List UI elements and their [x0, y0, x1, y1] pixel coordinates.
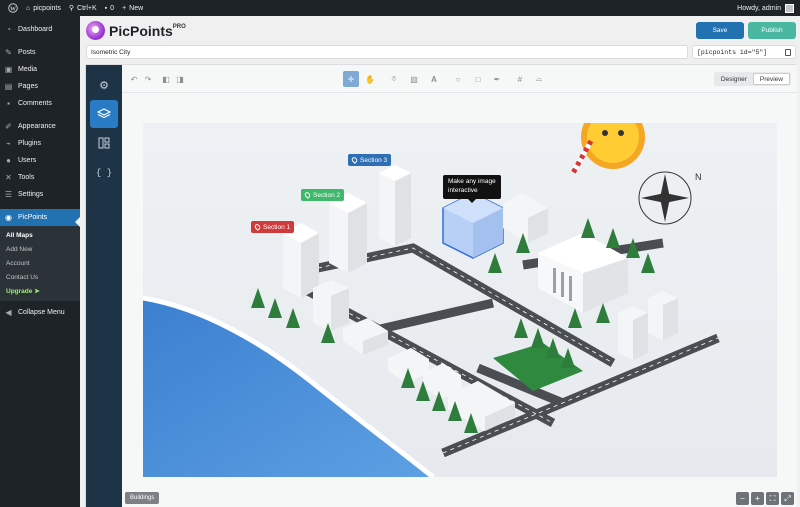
preview-mode-button[interactable]: Preview — [752, 73, 790, 85]
hotspot-tooltip: Make any image interactive — [443, 175, 501, 202]
wrench-icon: ✕ — [5, 173, 12, 182]
collapse-menu-button[interactable]: ◀ Collapse Menu — [0, 304, 80, 321]
redo-icon[interactable]: ↷ — [140, 71, 156, 87]
admin-bar: W ⌂ picpoints ⚲ Ctrl+K ▪ 0 + New Howdy, … — [0, 0, 800, 16]
submenu-add-new[interactable]: Add New — [0, 242, 80, 256]
comments-link[interactable]: ▪ 0 — [105, 0, 114, 16]
zoom-in-icon[interactable]: + — [751, 492, 764, 505]
pages-icon: ▤ — [4, 82, 13, 91]
sidebar-item-dashboard[interactable]: ◔ Dashboard — [0, 21, 80, 38]
layer-label[interactable]: Buildings — [125, 492, 160, 504]
home-icon: ⌂ — [26, 4, 31, 12]
image-icon[interactable]: ▨ — [406, 71, 422, 87]
avatar — [785, 3, 794, 13]
admin-sidebar: ◔ Dashboard ✎ Posts ▣ Media ▤ Pages ▪ Comment… — [0, 16, 80, 507]
sidebar-item-users[interactable]: ● Users — [0, 152, 80, 169]
map-pin-icon — [253, 223, 262, 231]
panel-right-icon[interactable]: ◨ — [172, 71, 188, 87]
plug-icon: ⌁ — [6, 139, 11, 148]
users-icon: ● — [6, 156, 11, 165]
account-menu[interactable]: Howdy, admin — [737, 0, 794, 16]
sidebar-item-tools[interactable]: ✕ Tools — [0, 169, 80, 186]
search-icon: ⚲ — [68, 5, 75, 12]
marker-section-2[interactable]: Section 2 — [301, 189, 345, 201]
arrow-right-icon: ➤ — [34, 288, 40, 295]
sidebar-item-media[interactable]: ▣ Media — [0, 61, 80, 78]
pin-icon: ✎ — [5, 48, 12, 57]
submenu-upgrade[interactable]: Upgrade ➤ — [0, 284, 80, 298]
code-braces-icon[interactable]: { } — [90, 159, 118, 187]
save-button[interactable]: Save — [696, 22, 744, 39]
map-title-input[interactable]: Isometric City — [86, 45, 688, 59]
new-content-link[interactable]: + New — [122, 0, 143, 16]
marker-pin-icon[interactable]: ⌾ — [386, 71, 402, 87]
marker-section-1[interactable]: Section 1 — [251, 221, 295, 233]
wordpress-logo-icon[interactable]: W — [8, 0, 18, 16]
map-pin-icon — [350, 156, 359, 164]
zoom-out-icon[interactable]: − — [736, 492, 749, 505]
rectangle-shape-icon[interactable]: □ — [470, 71, 486, 87]
map-editor: ⚙ { } ↶ ↷ ◧ ◨ ✛ ✋ ⌾ ▨ A ○ □ ✒ # ⌓ Design… — [85, 64, 797, 507]
layers-icon[interactable] — [90, 100, 118, 128]
settings-gear-icon[interactable]: ⚙ — [90, 71, 118, 99]
settings-icon: ☰ — [4, 190, 13, 199]
hotspot-icon[interactable]: ⌓ — [531, 71, 547, 87]
map-pin-icon — [303, 191, 312, 199]
sidebar-item-picpoints[interactable]: ◉ PicPoints — [0, 209, 80, 226]
publish-button[interactable]: Publish — [748, 22, 796, 39]
location-icon: ◉ — [5, 213, 12, 222]
fullscreen-icon[interactable]: ⤢ — [781, 492, 794, 505]
text-tool-icon[interactable]: A — [426, 71, 442, 87]
brush-icon: ✐ — [5, 122, 12, 131]
submenu-account[interactable]: Account — [0, 256, 80, 270]
sidebar-item-pages[interactable]: ▤ Pages — [0, 78, 80, 95]
shortcode-field[interactable]: [picpoints id="5"] — [692, 45, 796, 59]
dashboard-icon: ◔ — [6, 25, 11, 34]
site-name-link[interactable]: ⌂ picpoints — [26, 0, 61, 16]
media-icon: ▣ — [4, 65, 13, 74]
editor-toolbar: ↶ ↷ ◧ ◨ ✛ ✋ ⌾ ▨ A ○ □ ✒ # ⌓ Designer Pre… — [122, 65, 797, 93]
picpoints-logo: PicPoints PRO — [86, 21, 186, 40]
pro-badge: PRO — [172, 23, 186, 30]
collapse-icon: ◀ — [5, 308, 12, 317]
select-pointer-icon[interactable]: ✛ — [343, 71, 359, 87]
zoom-controls: − + ⛶ ⤢ — [736, 492, 794, 505]
designer-mode-button[interactable]: Designer — [715, 73, 753, 85]
mode-toggle: Designer Preview — [713, 72, 791, 86]
sidebar-item-appearance[interactable]: ✐ Appearance — [0, 118, 80, 135]
circle-shape-icon[interactable]: ○ — [450, 71, 466, 87]
copy-icon[interactable] — [785, 49, 791, 56]
panels-icon[interactable] — [90, 129, 118, 157]
marker-section-3[interactable]: Section 3 — [348, 154, 392, 166]
pen-icon[interactable]: ✒ — [489, 71, 505, 87]
submenu-contact-us[interactable]: Contact Us — [0, 270, 80, 284]
active-menu-arrow — [75, 217, 80, 227]
picpoints-submenu: All Maps Add New Account Contact Us Upgr… — [0, 226, 80, 301]
fit-screen-icon[interactable]: ⛶ — [766, 492, 779, 505]
svg-text:N: N — [695, 172, 702, 182]
comments-icon: ▪ — [7, 99, 10, 108]
svg-text:W: W — [10, 6, 16, 12]
editor-rail: ⚙ { } — [86, 65, 122, 507]
isometric-city-image[interactable]: N Section 1 Section 2 Section 3 Make any… — [143, 123, 777, 477]
logo-mark-icon — [86, 21, 105, 40]
hand-icon[interactable]: ✋ — [362, 71, 378, 87]
plus-icon: + — [122, 4, 127, 12]
sidebar-item-comments[interactable]: ▪ Comments — [0, 95, 80, 112]
sidebar-item-settings[interactable]: ☰ Settings — [0, 186, 80, 203]
submenu-all-maps[interactable]: All Maps — [0, 228, 80, 242]
canvas-area: N Section 1 Section 2 Section 3 Make any… — [122, 93, 797, 507]
command-palette-link[interactable]: ⚲ Ctrl+K — [69, 0, 97, 16]
grid-icon[interactable]: # — [512, 71, 528, 87]
brand-name: PicPoints — [109, 22, 173, 39]
sidebar-item-posts[interactable]: ✎ Posts — [0, 44, 80, 61]
sidebar-item-plugins[interactable]: ⌁ Plugins — [0, 135, 80, 152]
comment-icon: ▪ — [104, 4, 108, 12]
